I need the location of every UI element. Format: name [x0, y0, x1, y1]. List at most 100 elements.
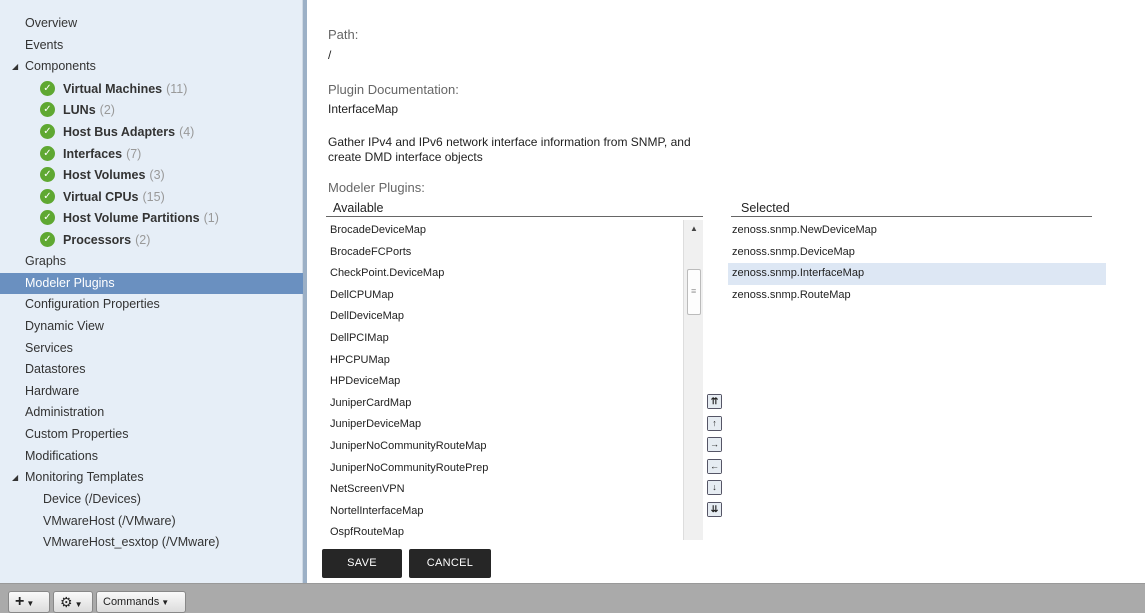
sidebar-item-label: Components — [25, 59, 96, 73]
sidebar-item-label: Hardware — [25, 384, 80, 398]
sidebar-item-dynamic-view[interactable]: Dynamic View — [0, 316, 303, 337]
sidebar-item-overview[interactable]: Overview — [0, 13, 303, 34]
sidebar-item-administration[interactable]: Administration — [0, 402, 303, 423]
plugin-doc-label: Plugin Documentation: — [328, 82, 459, 97]
save-button[interactable]: SAVE — [322, 549, 402, 578]
component-name: Interfaces — [63, 147, 123, 161]
list-item[interactable]: DellDeviceMap — [326, 306, 683, 328]
modeler-plugins-label: Modeler Plugins: — [328, 180, 425, 195]
component-interfaces[interactable]: ✓ Interfaces (7) — [40, 144, 141, 165]
sidebar-item-label: Overview — [25, 16, 78, 30]
scroll-up-arrow-icon[interactable]: ▲ — [684, 220, 704, 237]
cancel-button[interactable]: CANCEL — [409, 549, 491, 578]
component-name: Host Bus Adapters — [63, 125, 176, 139]
template-item-label: VMwareHost_esxtop (/VMware) — [43, 535, 220, 549]
move-top-button[interactable]: ⇈ — [707, 394, 722, 409]
component-host-volumes[interactable]: ✓ Host Volumes (3) — [40, 165, 165, 186]
grip-icon: ≡ — [691, 286, 697, 296]
template-item-vmwarehost-esxtop[interactable]: VMwareHost_esxtop (/VMware) — [0, 532, 303, 553]
plugin-description-line2: create DMD interface objects — [328, 150, 483, 164]
component-name: Host Volume Partitions — [63, 211, 200, 225]
available-list-scrollbar[interactable]: ▲ ≡ — [683, 220, 703, 540]
component-name: LUNs — [63, 103, 96, 117]
sidebar-item-label: Events — [25, 38, 64, 52]
sidebar-item-custom-properties[interactable]: Custom Properties — [0, 424, 303, 445]
list-item[interactable]: zenoss.snmp.RouteMap — [728, 285, 1106, 307]
available-column-header: Available — [326, 201, 703, 217]
sidebar-item-hardware[interactable]: Hardware — [0, 381, 303, 402]
move-up-button[interactable]: ↑ — [707, 416, 722, 431]
commands-label: Commands — [103, 596, 160, 608]
sidebar-item-configuration-properties[interactable]: Configuration Properties — [0, 294, 303, 315]
selected-plugins-list[interactable]: zenoss.snmp.NewDeviceMap zenoss.snmp.Dev… — [728, 220, 1106, 540]
component-luns[interactable]: ✓ LUNs (2) — [40, 100, 115, 121]
add-right-button[interactable]: → — [707, 437, 722, 452]
action-menu-button[interactable]: ⚙ ▼ — [53, 591, 93, 613]
list-item[interactable]: OspfRouteMap — [326, 522, 683, 540]
component-host-bus-adapters[interactable]: ✓ Host Bus Adapters (4) — [40, 122, 194, 143]
expanded-triangle-icon[interactable]: ◢ — [12, 56, 18, 77]
component-count: (4) — [179, 125, 195, 139]
list-item[interactable]: DellCPUMap — [326, 285, 683, 307]
bottom-toolbar: + ▼ ⚙ ▼ Commands ▼ — [0, 583, 1145, 613]
component-count: (15) — [142, 190, 165, 204]
move-down-button[interactable]: ↓ — [707, 480, 722, 495]
list-item[interactable]: DellPCIMap — [326, 328, 683, 350]
template-item-vmwarehost[interactable]: VMwareHost (/VMware) — [0, 511, 303, 532]
template-item-label: VMwareHost (/VMware) — [43, 514, 176, 528]
status-ok-icon: ✓ — [40, 146, 55, 162]
sidebar-item-graphs[interactable]: Graphs — [0, 251, 303, 272]
component-processors[interactable]: ✓ Processors (2) — [40, 230, 150, 251]
scroll-thumb[interactable]: ≡ — [687, 269, 701, 315]
status-ok-icon: ✓ — [40, 81, 55, 97]
component-virtual-cpus[interactable]: ✓ Virtual CPUs (15) — [40, 187, 165, 208]
sidebar-item-events[interactable]: Events — [0, 35, 303, 56]
list-item[interactable]: zenoss.snmp.DeviceMap — [728, 242, 1106, 264]
sidebar-item-services[interactable]: Services — [0, 338, 303, 359]
sidebar-item-monitoring-templates[interactable]: ◢ Monitoring Templates — [0, 467, 303, 488]
list-item[interactable]: zenoss.snmp.NewDeviceMap — [728, 220, 1106, 242]
list-item[interactable]: JuniperCardMap — [326, 393, 683, 415]
list-item[interactable]: CheckPoint.DeviceMap — [326, 263, 683, 285]
list-item[interactable]: JuniperNoCommunityRoutePrep — [326, 458, 683, 480]
remove-left-button[interactable]: ← — [707, 459, 722, 474]
add-menu-button[interactable]: + ▼ — [8, 591, 50, 613]
sidebar-item-components[interactable]: ◢ Components — [0, 56, 303, 77]
component-name: Host Volumes — [63, 168, 146, 182]
component-name: Virtual CPUs — [63, 190, 139, 204]
list-item[interactable]: BrocadeDeviceMap — [326, 220, 683, 242]
down-arrow-icon: ↓ — [708, 481, 721, 494]
left-arrow-icon: ← — [708, 460, 721, 473]
list-item-selected[interactable]: zenoss.snmp.InterfaceMap — [728, 263, 1106, 285]
list-item[interactable]: JuniperNoCommunityRouteMap — [326, 436, 683, 458]
component-name: Processors — [63, 233, 132, 247]
list-item[interactable]: HPCPUMap — [326, 350, 683, 372]
sidebar-item-label: Monitoring Templates — [25, 470, 144, 484]
chevron-down-icon: ▼ — [74, 600, 83, 609]
sidebar-item-label: Datastores — [25, 362, 86, 376]
list-item[interactable]: NortelInterfaceMap — [326, 501, 683, 523]
double-down-arrow-icon: ⇊ — [708, 503, 721, 516]
plugin-description-line1: Gather IPv4 and IPv6 network interface i… — [328, 135, 691, 149]
component-count: (1) — [203, 211, 219, 225]
sidebar-item-datastores[interactable]: Datastores — [0, 359, 303, 380]
sidebar-item-modeler-plugins[interactable]: Modeler Plugins — [0, 273, 303, 294]
sidebar-item-modifications[interactable]: Modifications — [0, 446, 303, 467]
component-count: (11) — [166, 82, 188, 96]
up-arrow-icon: ↑ — [708, 417, 721, 430]
sidebar-item-label: Graphs — [25, 254, 66, 268]
list-item[interactable]: BrocadeFCPorts — [326, 242, 683, 264]
list-item[interactable]: HPDeviceMap — [326, 371, 683, 393]
list-item[interactable]: NetScreenVPN — [326, 479, 683, 501]
move-bottom-button[interactable]: ⇊ — [707, 502, 722, 517]
component-virtual-machines[interactable]: ✓ Virtual Machines (11) — [40, 79, 187, 100]
sidebar-item-label: Modifications — [25, 449, 98, 463]
expanded-triangle-icon[interactable]: ◢ — [12, 467, 18, 488]
component-count: (7) — [126, 147, 142, 161]
list-item[interactable]: JuniperDeviceMap — [326, 414, 683, 436]
template-item-device[interactable]: Device (/Devices) — [0, 489, 303, 510]
plugin-doc-value: InterfaceMap — [328, 102, 399, 116]
component-host-volume-partitions[interactable]: ✓ Host Volume Partitions (1) — [40, 208, 219, 229]
commands-menu-button[interactable]: Commands ▼ — [96, 591, 186, 613]
available-plugins-list[interactable]: BrocadeDeviceMap BrocadeFCPorts CheckPoi… — [326, 220, 683, 540]
